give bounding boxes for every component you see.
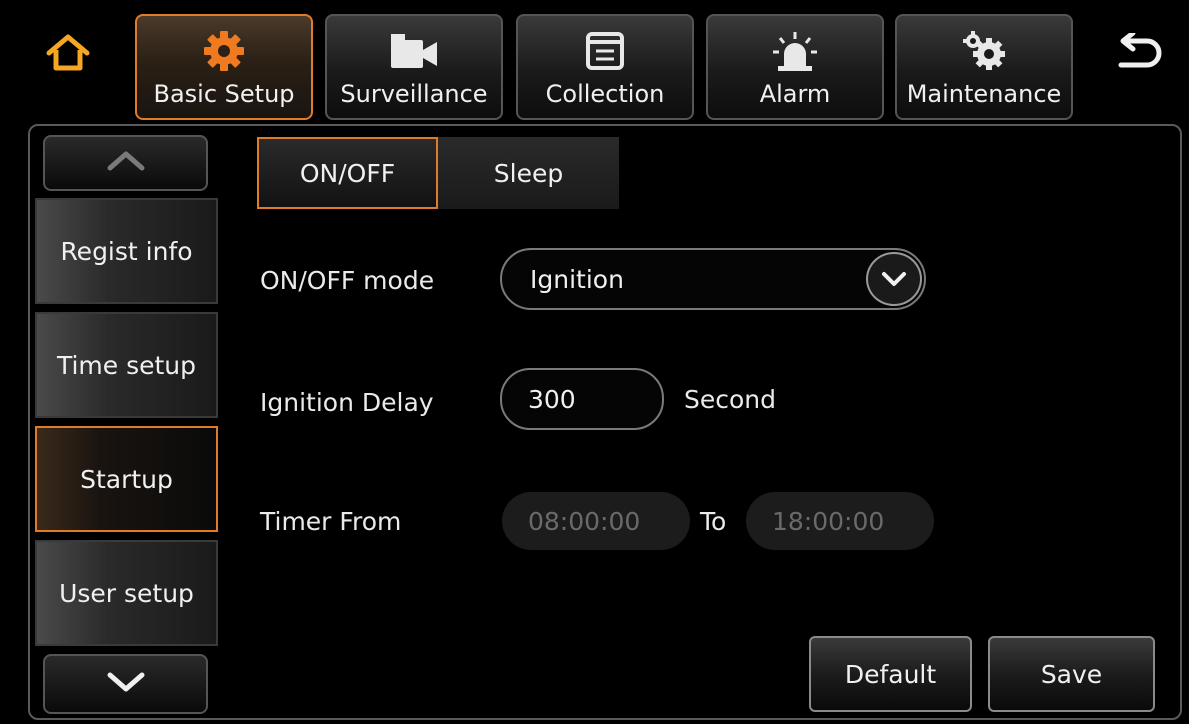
timer-from-input[interactable]: 08:00:00 xyxy=(502,492,690,550)
ignition-delay-input[interactable]: 300 xyxy=(500,368,664,430)
tab-label: Surveillance xyxy=(340,80,488,108)
tab-alarm[interactable]: Alarm xyxy=(706,14,884,120)
timer-to-input[interactable]: 18:00:00 xyxy=(746,492,934,550)
camera-icon xyxy=(389,28,439,74)
timer-to-value: 18:00:00 xyxy=(772,506,885,536)
gear-icon xyxy=(202,28,246,74)
on-off-mode-select[interactable]: Ignition xyxy=(500,248,926,310)
delay-unit-label: Second xyxy=(684,385,777,414)
sidebar-item-label: Startup xyxy=(80,464,173,494)
tab-sleep[interactable]: Sleep xyxy=(438,137,619,209)
timer-from-label: Timer From xyxy=(260,507,402,536)
chevron-down-icon xyxy=(866,252,922,306)
siren-icon xyxy=(772,28,818,74)
sidebar-item-regist-info[interactable]: Regist info xyxy=(35,198,218,304)
on-off-mode-label: ON/OFF mode xyxy=(260,266,435,295)
sidebar-item-label: Regist info xyxy=(60,236,193,266)
document-icon xyxy=(585,28,625,74)
timer-from-value: 08:00:00 xyxy=(528,506,641,536)
chevron-down-icon xyxy=(106,671,146,697)
tab-label: Basic Setup xyxy=(153,80,295,108)
gears-icon xyxy=(961,28,1007,74)
sidebar-scroll-up-button[interactable] xyxy=(43,135,208,191)
sidebar-item-time-setup[interactable]: Time setup xyxy=(35,312,218,418)
save-button-label: Save xyxy=(1040,659,1103,689)
ignition-delay-value: 300 xyxy=(528,384,576,414)
sidebar-scroll-down-button[interactable] xyxy=(43,654,208,714)
sidebar-item-startup[interactable]: Startup xyxy=(35,426,218,532)
ignition-delay-label: Ignition Delay xyxy=(260,388,434,417)
chevron-up-icon xyxy=(106,150,146,176)
save-button[interactable]: Save xyxy=(988,636,1155,712)
tab-surveillance[interactable]: Surveillance xyxy=(325,14,503,120)
home-icon xyxy=(45,33,91,77)
tab-label: ON/OFF xyxy=(299,158,396,188)
sidebar-item-label: User setup xyxy=(59,578,194,608)
tab-on-off[interactable]: ON/OFF xyxy=(257,137,438,209)
sidebar-item-user-setup[interactable]: User setup xyxy=(35,540,218,646)
back-icon xyxy=(1113,30,1163,77)
timer-to-label: To xyxy=(700,507,727,536)
sidebar-item-label: Time setup xyxy=(56,350,197,380)
tab-label: Collection xyxy=(545,80,665,108)
home-button[interactable] xyxy=(38,30,98,80)
tab-label: Sleep xyxy=(493,158,564,188)
tab-collection[interactable]: Collection xyxy=(516,14,694,120)
default-button-label: Default xyxy=(844,659,937,689)
on-off-mode-value: Ignition xyxy=(530,264,624,294)
tab-basic-setup[interactable]: Basic Setup xyxy=(135,14,313,120)
back-button[interactable] xyxy=(1108,30,1168,80)
tab-label: Alarm xyxy=(759,80,831,108)
tab-maintenance[interactable]: Maintenance xyxy=(895,14,1073,120)
tab-label: Maintenance xyxy=(906,80,1062,108)
default-button[interactable]: Default xyxy=(809,636,972,712)
